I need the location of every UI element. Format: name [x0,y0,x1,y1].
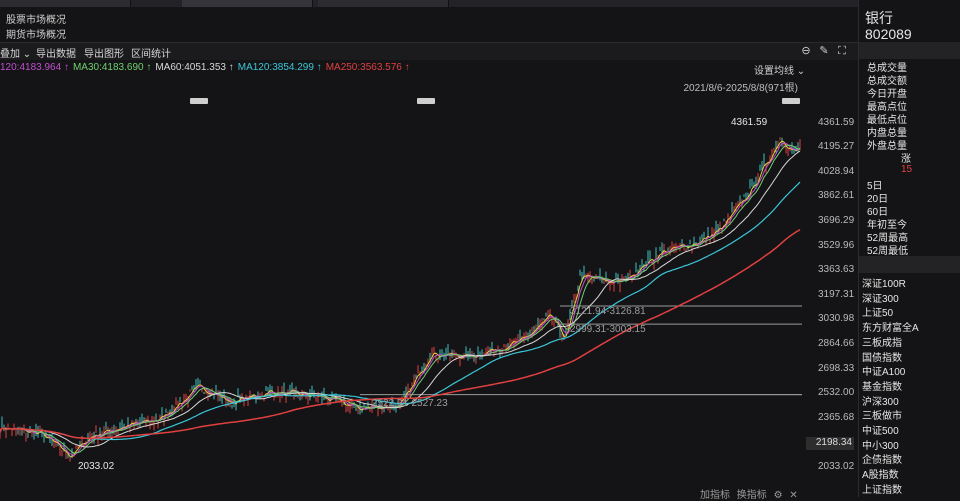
index-item[interactable]: A股指数 [862,466,899,481]
nav-futures-market-overview[interactable]: 期货市场概况 [6,26,66,41]
ma-legend-item: MA250:3563.576 ↑ [325,62,410,73]
tab-2[interactable] [182,0,313,7]
stock-code: 802089 [865,26,912,42]
y-tick-label: 2698.33 [818,362,855,374]
event-marker[interactable] [190,98,208,104]
y-tick-label: 3862.61 [818,190,855,202]
index-item[interactable]: 中证A100 [862,363,905,378]
index-item[interactable]: 上证50 [862,304,893,319]
index-item[interactable]: 中证500 [862,422,899,437]
change-indicator-button[interactable]: 换指标 [737,490,767,501]
y-tick-label: 3363.63 [818,264,855,276]
chart-annotation: 2522.91-2527.23 [372,398,448,409]
ma-legend-item: MA60:4051.353 ↑ [155,62,234,73]
close-icon[interactable]: ✕ [789,490,797,501]
quote-panel: 银行 802089 总成交量 总成交额 今日开盘 最高点位 最低点位 内盘总量 外盘总量 涨… [858,0,960,497]
y-tick-label: 3030.98 [818,313,855,325]
index-item[interactable]: 国债指数 [862,349,902,364]
y-tick-label: 3197.31 [818,288,855,300]
change-value: 15 [901,164,913,175]
ma-legend-item: 120:4183.964 ↑ [0,62,69,73]
panel-divider [859,256,960,273]
tab-3[interactable] [318,0,449,7]
tab-1[interactable] [0,0,131,7]
index-item[interactable]: 深证300 [862,290,899,305]
minus-circle-icon[interactable]: ⊖ [800,45,812,57]
change-label: 涨 [901,154,911,165]
period-label: 52周最低 [867,246,909,257]
index-item[interactable]: 三板做市 [862,407,902,422]
kline-chart[interactable] [0,88,805,485]
range-stats-button[interactable]: 区间统计 [131,45,171,60]
y-tick-label: 2864.66 [818,338,855,350]
chart-annotation: 4361.59 [731,117,768,128]
stock-name: 银行 [865,10,893,26]
index-item[interactable]: 上证指数 [862,481,902,496]
overlay-button[interactable]: 叠加 ⌄ [0,45,31,60]
add-indicator-button[interactable]: 加指标 [700,490,730,501]
index-item[interactable]: 三板成指 [862,334,902,349]
current-price-label: 2198.34 [806,437,854,450]
export-data-button[interactable]: 导出数据 [36,45,76,60]
y-tick-label: 4028.94 [818,165,855,177]
chart-annotation: 3121.94-3126.81 [570,306,646,317]
set-ma-button[interactable]: 设置均线 ⌄ [754,62,805,77]
index-item[interactable]: 东方财富全A [862,319,919,334]
y-tick-label: 2532.00 [818,387,855,399]
indicator-bar: 加指标 换指标 ⚙ ✕ [700,486,802,501]
chevron-down-icon: ⌄ [20,49,32,60]
brush-icon[interactable]: ✎ [818,45,830,57]
index-item[interactable]: 基金指数 [862,378,902,393]
index-item[interactable]: 沪深300 [862,393,899,408]
event-marker[interactable] [782,98,800,104]
index-item[interactable]: 中小300 [862,437,899,452]
panel-divider [859,42,960,59]
y-tick-label: 4361.59 [818,116,855,128]
y-tick-label: 2033.02 [818,461,855,473]
nav-stock-market-overview[interactable]: 股票市场概况 [6,11,66,26]
chart-annotation: 2999.31-3003.15 [570,324,646,335]
export-chart-button[interactable]: 导出图形 [84,45,124,60]
settings-icon[interactable]: ⚙ [774,490,783,501]
chart-toolbar: 叠加 ⌄ 导出数据 导出图形 区间统计 ⊖ ✎ ⛶ [0,42,858,60]
ma-legend-item: MA120:3854.299 ↑ [237,62,322,73]
y-tick-label: 2365.68 [818,411,855,423]
ma-legend: 120:4183.964 ↑ MA30:4183.690 ↑ MA60:4051.3… [0,62,800,75]
index-item[interactable]: 企债指数 [862,451,902,466]
chart-annotation: 2033.02 [78,461,115,472]
event-marker[interactable] [417,98,435,104]
y-tick-label: 4195.27 [818,141,855,153]
ma-legend-item: MA30:4183.690 ↑ [72,62,152,73]
y-tick-label: 3696.29 [818,215,855,227]
index-item[interactable]: 深证100R [862,275,906,290]
tab-bar [0,0,858,7]
expand-icon[interactable]: ⛶ [836,45,848,57]
y-tick-label: 3529.96 [818,239,855,251]
